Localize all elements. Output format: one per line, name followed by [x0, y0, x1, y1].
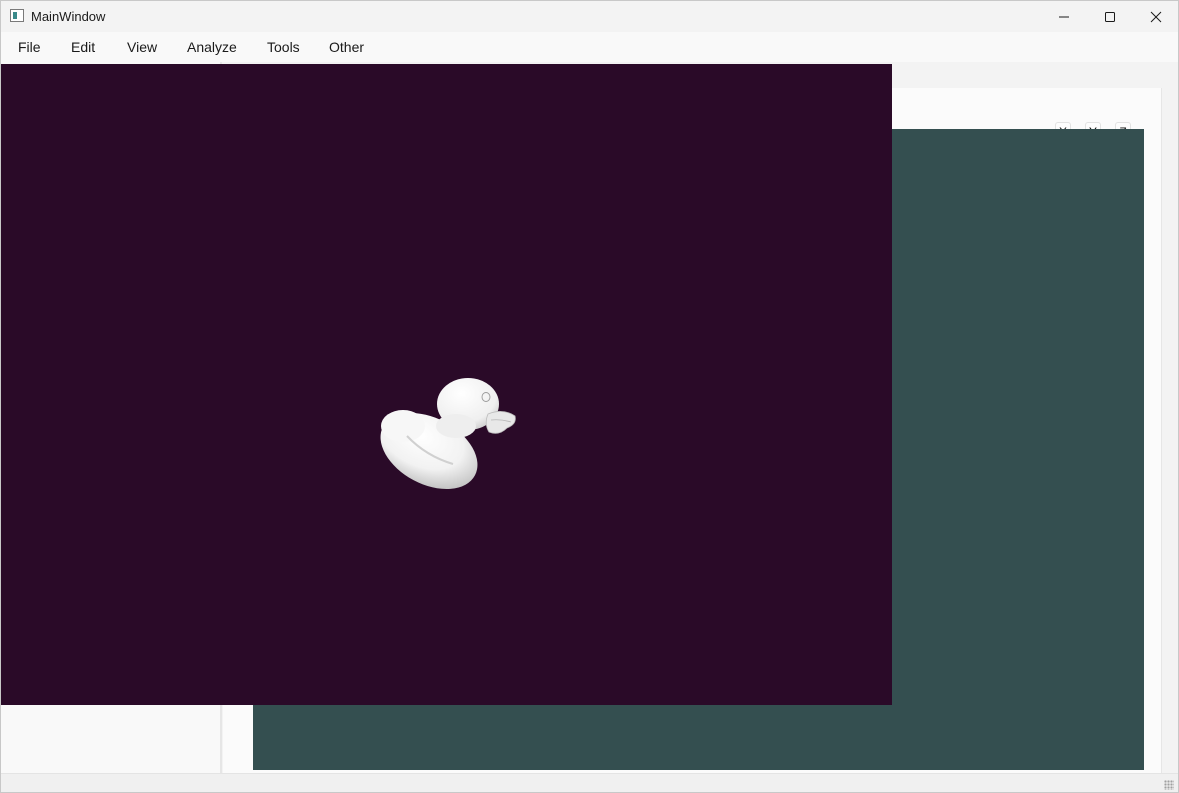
menu-view[interactable]: View: [125, 39, 159, 55]
resize-grip-icon[interactable]: [1164, 780, 1174, 790]
minimize-button[interactable]: [1041, 1, 1087, 32]
menu-other[interactable]: Other: [327, 39, 366, 55]
close-button[interactable]: [1133, 1, 1178, 32]
app-icon: [10, 9, 24, 22]
menu-edit[interactable]: Edit: [69, 39, 97, 55]
maximize-icon: [1105, 11, 1115, 22]
purple-3d-viewport[interactable]: [1, 64, 892, 705]
rubber-duck-model-icon: [380, 378, 516, 490]
title-bar[interactable]: MainWindow: [1, 1, 1178, 32]
menu-file[interactable]: File: [16, 39, 43, 55]
minimize-icon: [1059, 16, 1069, 17]
close-icon: [1150, 11, 1162, 22]
menu-analyze[interactable]: Analyze: [185, 39, 239, 55]
window-title: MainWindow: [31, 9, 106, 24]
maximize-button[interactable]: [1087, 1, 1133, 32]
menu-tools[interactable]: Tools: [265, 39, 302, 55]
menu-bar: File Edit View Analyze Tools Other: [1, 32, 1178, 62]
status-bar: [1, 773, 1178, 792]
main-window: MainWindow File Edit View Analyze Tools …: [0, 0, 1179, 793]
